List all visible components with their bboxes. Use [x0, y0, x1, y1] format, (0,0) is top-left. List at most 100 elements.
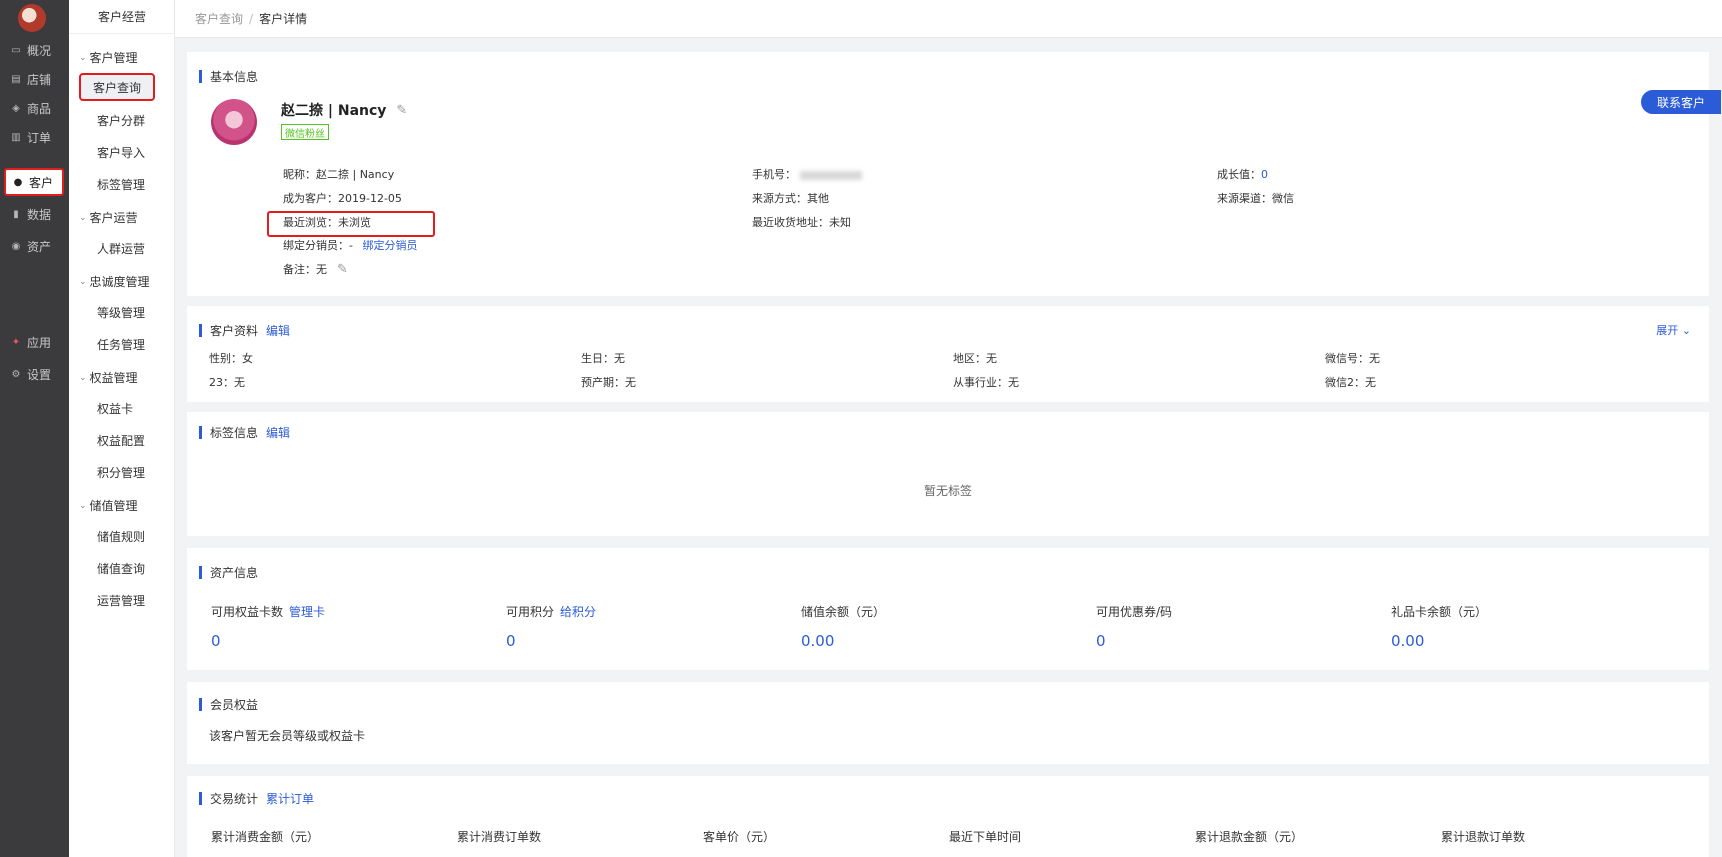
- asset-stored-balance: 储值余额（元） 0.00: [801, 605, 886, 650]
- nav-item-overview[interactable]: ▭ 概况: [0, 36, 69, 64]
- tag-icon: ◈: [12, 102, 20, 114]
- sub-item-stored-rules[interactable]: 储值规则: [97, 528, 145, 545]
- customer-profile-card: 客户资料 编辑 展开 ⌄ 性别：女 生日：无 地区：无 微信号：无 23：无 预产…: [187, 306, 1709, 402]
- breadcrumb: 客户查询 / 客户详情: [175, 0, 1722, 38]
- nav-item-goods[interactable]: ◈ 商品: [0, 94, 69, 122]
- basic-info-card: 基本信息 赵二捺 | Nancy ✎ 微信粉丝 联系客户 昵称：赵二捺 | Nan…: [187, 52, 1721, 296]
- chevron-down-icon: ⌄: [79, 372, 87, 383]
- channel-field: 来源渠道：微信: [1217, 192, 1294, 205]
- sub-item-tag-manage[interactable]: 标签管理: [97, 176, 145, 193]
- sub-item-crowd-ops[interactable]: 人群运营: [97, 240, 145, 257]
- avatar: [211, 99, 257, 145]
- total-orders-link[interactable]: 累计订单: [266, 790, 314, 807]
- coin-icon: ◉: [11, 240, 21, 252]
- bind-distributor-link[interactable]: 绑定分销员: [362, 239, 417, 252]
- primary-nav: ▭ 概况 ▤ 店铺 ◈ 商品 ▥ 订单 ● 客户 ▮ 数据 ◉ 资产 ✦ 应用 ⚙ 设置: [0, 0, 69, 857]
- gear-icon: ⚙: [11, 368, 21, 380]
- sub-item-task-manage[interactable]: 任务管理: [97, 336, 145, 353]
- nav-item-assets[interactable]: ◉ 资产: [0, 232, 69, 260]
- member-rights-card: 会员权益 该客户暂无会员等级或权益卡: [187, 682, 1709, 764]
- secondary-nav: 客户经营 ⌄ 客户管理 客户查询 客户分群 客户导入 标签管理 ⌄ 客户运营 人群运…: [69, 0, 175, 857]
- trade-col-refund-amount: 累计退款金额（元）: [1195, 830, 1304, 844]
- breadcrumb-current: 客户详情: [259, 12, 308, 26]
- trade-col-last-order: 最近下单时间: [949, 830, 1022, 844]
- sub-item-level-manage[interactable]: 等级管理: [97, 304, 145, 321]
- sub-item-customer-segment[interactable]: 客户分群: [97, 112, 145, 129]
- empty-tags-tip: 暂无标签: [923, 484, 972, 498]
- growth-field: 成长值：0: [1217, 168, 1268, 181]
- nav-item-apps[interactable]: ✦ 应用: [0, 328, 69, 356]
- customer-name: 赵二捺 | Nancy ✎: [281, 102, 408, 120]
- custom-23-field: 23：无: [209, 376, 245, 389]
- source-field: 来源方式：其他: [752, 192, 829, 205]
- store-icon: ▤: [11, 73, 21, 85]
- region-field: 地区：无: [953, 352, 997, 365]
- asset-gift-card: 礼品卡余额（元） 0.00: [1391, 605, 1488, 650]
- expand-toggle[interactable]: 展开 ⌄: [1656, 322, 1691, 338]
- sub-item-points-manage[interactable]: 积分管理: [97, 464, 145, 481]
- chevron-down-icon: ⌄: [79, 276, 87, 287]
- trade-col-total-orders: 累计消费订单数: [457, 830, 542, 844]
- group-customer-ops[interactable]: ⌄ 客户运营: [79, 209, 138, 226]
- breadcrumb-separator: /: [249, 11, 254, 26]
- wechat-id-field: 微信号：无: [1325, 352, 1380, 365]
- nav-item-customers[interactable]: ● 客户: [4, 168, 64, 196]
- tag-info-card: 标签信息 编辑 暂无标签: [187, 412, 1709, 536]
- shop-logo[interactable]: [18, 4, 46, 32]
- address-field: 最近收货地址：未知: [752, 216, 851, 229]
- breadcrumb-parent[interactable]: 客户查询: [195, 10, 243, 27]
- group-customer-manage[interactable]: ⌄ 客户管理: [79, 49, 138, 66]
- tag-edit-link[interactable]: 编辑: [266, 424, 290, 441]
- tag-info-header: 标签信息 编辑: [199, 424, 290, 441]
- sub-item-rights-config[interactable]: 权益配置: [97, 432, 145, 449]
- member-rights-header: 会员权益: [199, 696, 258, 713]
- customer-profile-header: 客户资料 编辑: [199, 322, 290, 339]
- nav-item-data[interactable]: ▮ 数据: [0, 200, 69, 228]
- sub-item-stored-query[interactable]: 储值查询: [97, 560, 145, 577]
- group-rights[interactable]: ⌄ 权益管理: [79, 369, 138, 386]
- due-date-field: 预产期：无: [581, 376, 636, 389]
- distributor-highlight: [267, 211, 435, 237]
- sub-item-customer-import[interactable]: 客户导入: [97, 144, 145, 161]
- user-icon: ●: [13, 176, 23, 188]
- trade-stats-card: 交易统计 累计订单 累计消费金额（元） 累计消费订单数 客单价（元） 最近下单时间…: [187, 776, 1709, 857]
- industry-field: 从事行业：无: [953, 376, 1019, 389]
- basic-info-header: 基本信息: [199, 68, 258, 85]
- nav-item-store[interactable]: ▤ 店铺: [0, 65, 69, 93]
- birthday-field: 生日：无: [581, 352, 625, 365]
- wechat-fan-badge: 微信粉丝: [281, 124, 329, 140]
- profile-edit-link[interactable]: 编辑: [266, 322, 290, 339]
- assets-header: 资产信息: [199, 564, 258, 581]
- asset-rights-cards: 可用权益卡数 管理卡 0: [211, 605, 326, 650]
- wechat2-field: 微信2：无: [1325, 376, 1376, 389]
- give-points-link[interactable]: 给积分: [560, 605, 596, 619]
- contact-customer-button[interactable]: 联系客户: [1641, 90, 1721, 114]
- chevron-down-icon: ⌄: [79, 212, 87, 223]
- sub-item-rights-card[interactable]: 权益卡: [97, 400, 133, 417]
- nav-item-settings[interactable]: ⚙ 设置: [0, 360, 69, 388]
- order-icon: ▥: [11, 131, 21, 143]
- manage-card-link[interactable]: 管理卡: [289, 605, 325, 619]
- group-loyalty[interactable]: ⌄ 忠诚度管理: [79, 273, 150, 290]
- sub-item-ops-manage[interactable]: 运营管理: [97, 592, 145, 609]
- gender-field: 性别：女: [209, 352, 253, 365]
- nav-item-orders[interactable]: ▥ 订单: [0, 123, 69, 151]
- secondary-nav-title: 客户经营: [69, 0, 175, 34]
- trade-col-total-spent: 累计消费金额（元）: [211, 830, 320, 844]
- remark-field: 备注：无 ✎: [283, 262, 348, 277]
- nickname-field: 昵称：赵二捺 | Nancy: [283, 168, 395, 181]
- chevron-down-icon: ⌄: [79, 52, 87, 63]
- apps-icon: ✦: [11, 336, 21, 348]
- pencil-icon[interactable]: ✎: [396, 103, 407, 118]
- assets-card: 资产信息 可用权益卡数 管理卡 0 可用积分 给积分 0 储值余额（元） 0.00 可用优…: [187, 548, 1709, 670]
- monitor-icon: ▭: [11, 44, 21, 56]
- asset-points: 可用积分 给积分 0: [506, 605, 597, 650]
- trade-stats-header: 交易统计 累计订单: [199, 790, 314, 807]
- trade-col-avg-price: 客单价（元）: [703, 830, 776, 844]
- pencil-icon[interactable]: ✎: [337, 262, 348, 277]
- group-stored-value[interactable]: ⌄ 储值管理: [79, 497, 138, 514]
- assets-row: 可用权益卡数 管理卡 0 可用积分 给积分 0 储值余额（元） 0.00 可用优惠券/码 0…: [211, 603, 1691, 653]
- trade-col-refund-orders: 累计退款订单数: [1441, 830, 1526, 844]
- phone-masked: [800, 170, 862, 180]
- sub-item-customer-query[interactable]: 客户查询: [79, 73, 155, 101]
